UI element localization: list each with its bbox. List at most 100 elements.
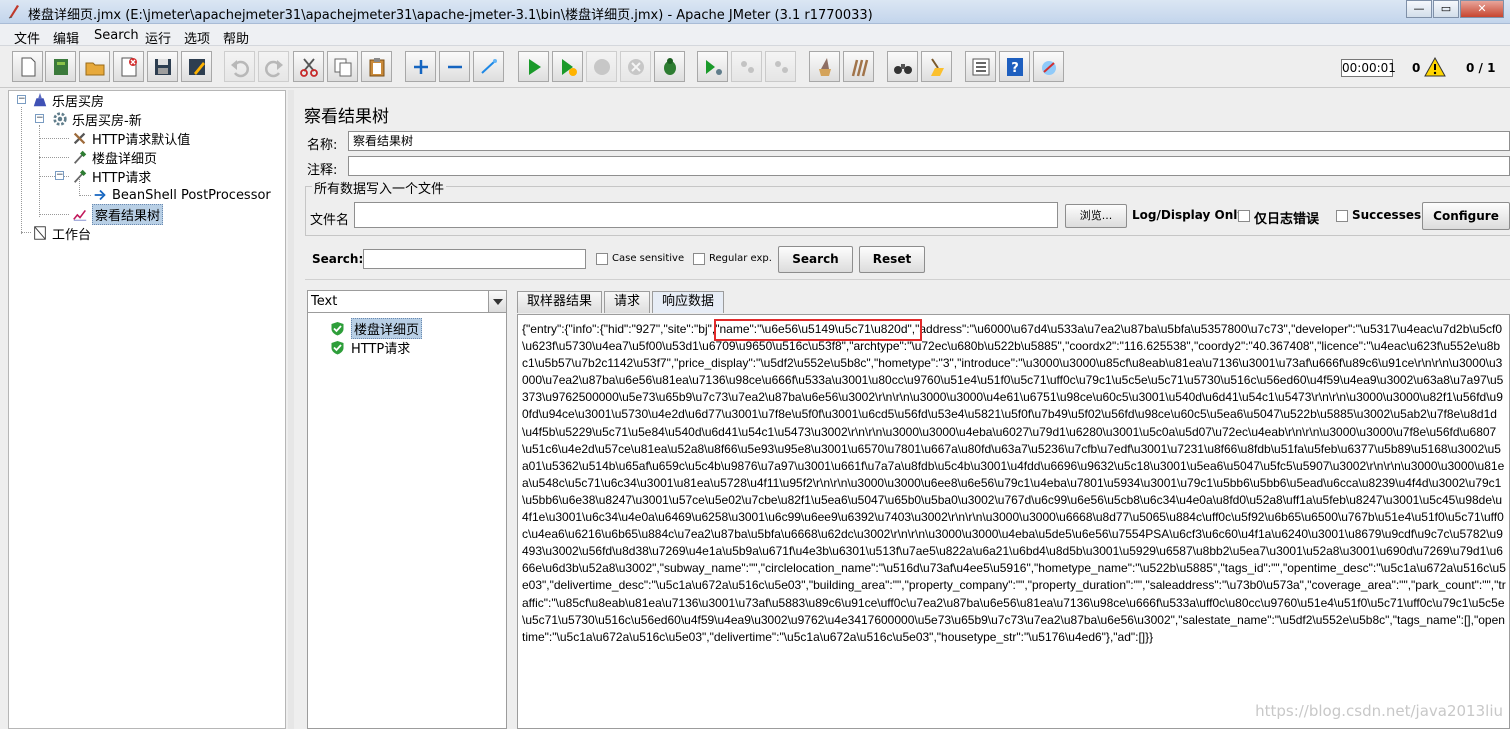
new-button[interactable] — [12, 51, 43, 82]
minimize-button[interactable]: — — [1406, 0, 1432, 18]
sample-item[interactable]: 楼盘详细页 — [330, 317, 423, 339]
comment-input[interactable] — [348, 156, 1510, 176]
reset-search-button[interactable] — [921, 51, 952, 82]
config-wrench-icon — [71, 129, 89, 147]
clipboard-icon — [369, 57, 384, 76]
tree-item-beanshell[interactable]: BeanShell PostProcessor — [91, 186, 271, 204]
tree-collapse-toggle[interactable]: − — [55, 171, 64, 180]
copy-button[interactable] — [327, 51, 358, 82]
case-sensitive-checkbox[interactable] — [596, 253, 608, 265]
listener-chart-icon — [71, 205, 89, 223]
open-button[interactable] — [79, 51, 110, 82]
remote-stop-button[interactable] — [731, 51, 762, 82]
menu-file[interactable]: 文件 — [14, 28, 40, 47]
remote-shutdown-button[interactable] — [765, 51, 796, 82]
shield-check-icon — [331, 340, 344, 354]
stop-button[interactable] — [586, 51, 617, 82]
remote-start-button[interactable] — [654, 51, 685, 82]
thread-group-gear-icon — [51, 110, 69, 128]
comment-label: 注释: — [307, 163, 338, 178]
regular-exp-checkbox[interactable] — [693, 253, 705, 265]
filename-label: 文件名 — [310, 213, 350, 228]
warning-triangle-icon[interactable] — [1424, 57, 1446, 77]
reset-button[interactable]: Reset — [859, 246, 925, 273]
templates-button[interactable] — [45, 51, 76, 82]
sample-item[interactable]: HTTP请求 — [330, 338, 410, 357]
configure-button[interactable]: Configure — [1422, 202, 1510, 230]
tree-item-http-request[interactable]: HTTP请求 — [71, 167, 151, 186]
menu-bar: 文件 编辑 Search 运行 选项 帮助 — [0, 24, 1510, 47]
clear-button[interactable] — [809, 51, 840, 82]
undo-button[interactable] — [224, 51, 255, 82]
tree-item-label: 乐居买房 — [52, 94, 105, 110]
workbench-icon — [31, 224, 49, 242]
successes-checkbox[interactable] — [1336, 210, 1348, 222]
remote-start-all-button[interactable] — [697, 51, 728, 82]
tree-item-test-plan[interactable]: 乐居买房 — [31, 91, 105, 110]
maximize-button[interactable]: ▭ — [1433, 0, 1459, 18]
redo-button[interactable] — [258, 51, 289, 82]
tree-item-sampler-detail[interactable]: 楼盘详细页 — [71, 148, 157, 167]
paste-button[interactable] — [361, 51, 392, 82]
expand-all-button[interactable] — [405, 51, 436, 82]
cut-button[interactable] — [293, 51, 324, 82]
close-button[interactable]: ✕ — [1460, 0, 1504, 18]
new-file-icon — [21, 57, 35, 76]
remote-stop-icon — [740, 60, 754, 73]
start-no-pauses-button[interactable] — [552, 51, 583, 82]
menu-options[interactable]: 选项 — [184, 28, 210, 47]
page-title: 察看结果树 — [304, 107, 389, 127]
shutdown-button[interactable] — [620, 51, 651, 82]
tab-response-data[interactable]: 响应数据 — [652, 291, 725, 313]
sampler-pipette-icon — [71, 148, 89, 166]
name-input[interactable]: 察看结果树 — [348, 131, 1510, 151]
tree-item-label: BeanShell PostProcessor — [112, 187, 271, 203]
search-toolbar-button[interactable] — [887, 51, 918, 82]
jmeter-feather-icon — [8, 5, 19, 19]
binoculars-icon — [893, 63, 912, 74]
start-button[interactable] — [518, 51, 549, 82]
toggle-button[interactable] — [473, 51, 504, 82]
view-results-tree-panel: 察看结果树 名称: 察看结果树 注释: 所有数据写入一个文件 文件名 浏览...… — [294, 90, 1510, 729]
active-thread-count: 0 / 1 — [1466, 61, 1496, 75]
collapse-all-button[interactable] — [439, 51, 470, 82]
tree-collapse-toggle[interactable]: − — [35, 114, 44, 123]
stop-icon — [593, 58, 610, 75]
close-file-icon — [121, 57, 137, 76]
errors-only-checkbox[interactable] — [1238, 210, 1250, 222]
save-as-button[interactable] — [181, 51, 212, 82]
menu-help[interactable]: 帮助 — [223, 28, 249, 47]
errors-only-label: 仅日志错误 — [1254, 212, 1320, 227]
redo-arrow-icon — [264, 59, 283, 77]
save-button[interactable] — [147, 51, 178, 82]
menu-run[interactable]: 运行 — [145, 28, 171, 47]
tree-item-workbench[interactable]: 工作台 — [31, 224, 91, 243]
search-button[interactable]: Search — [778, 246, 853, 273]
tree-collapse-toggle[interactable]: − — [17, 95, 26, 104]
browse-button[interactable]: 浏览... — [1065, 204, 1127, 228]
menu-edit[interactable]: 编辑 — [53, 28, 79, 47]
log-viewer-button[interactable] — [1033, 51, 1064, 82]
clear-all-button[interactable] — [843, 51, 874, 82]
group-title: 所有数据写入一个文件 — [312, 178, 447, 197]
result-tabs: 取样器结果 请求 响应数据 — [517, 291, 726, 313]
close-file-button[interactable] — [113, 51, 144, 82]
play-no-pause-icon — [561, 58, 577, 76]
results-sample-list: Text 楼盘详细页 HTTP请求 — [307, 290, 507, 729]
tree-item-view-results[interactable]: 察看结果树 — [71, 203, 164, 225]
help-button[interactable]: ? — [999, 51, 1030, 82]
regular-exp-label: Regular exp. — [709, 253, 772, 264]
search-input[interactable] — [363, 249, 586, 269]
tab-request[interactable]: 请求 — [604, 291, 651, 313]
menu-search[interactable]: Search — [94, 28, 139, 43]
tree-item-thread-group[interactable]: 乐居买房-新 — [51, 110, 142, 129]
function-helper-button[interactable] — [965, 51, 996, 82]
response-data-area[interactable]: {"entry":{"info":{"hid":"927","site":"bj… — [517, 314, 1510, 729]
filename-input[interactable] — [354, 202, 1058, 228]
renderer-select[interactable]: Text — [308, 291, 506, 313]
shield-check-icon — [331, 321, 344, 335]
tree-item-http-defaults[interactable]: HTTP请求默认值 — [71, 129, 190, 148]
chevron-down-icon[interactable] — [488, 291, 506, 312]
tab-sampler-result[interactable]: 取样器结果 — [517, 291, 603, 313]
title-bar: 楼盘详细页.jmx (E:\jmeter\apachejmeter31\apac… — [0, 0, 1510, 24]
